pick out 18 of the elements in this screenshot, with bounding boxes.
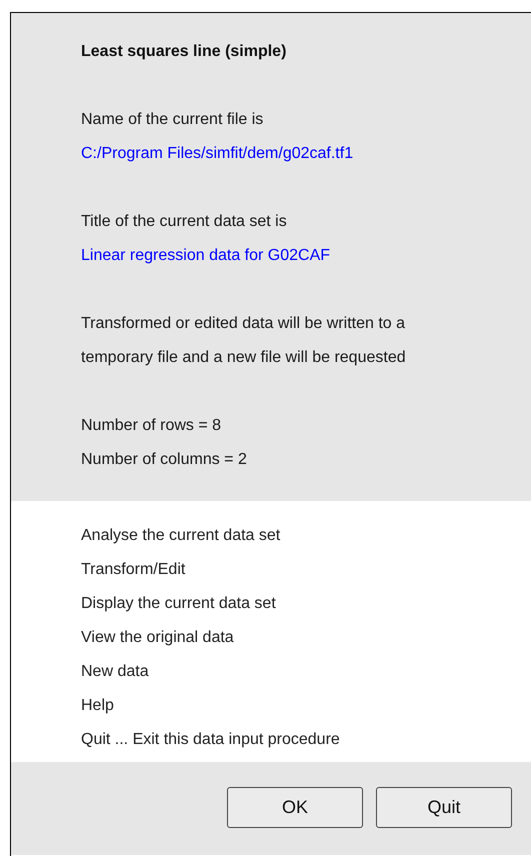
info-label: Number of columns = 2 bbox=[81, 450, 247, 470]
menu-item[interactable]: Quit ... Exit this data input procedure bbox=[81, 723, 340, 757]
menu-item[interactable]: Help bbox=[81, 689, 114, 723]
menu-item[interactable]: View the original data bbox=[81, 621, 234, 655]
info-label: Title of the current data set is bbox=[81, 212, 287, 232]
dialog-title: Least squares line (simple) bbox=[81, 42, 286, 62]
menu-item[interactable]: Transform/Edit bbox=[81, 553, 186, 587]
menu-item[interactable]: Analyse the current data set bbox=[81, 519, 280, 553]
menu-item[interactable]: Display the current data set bbox=[81, 587, 276, 621]
menu-item[interactable]: New data bbox=[81, 655, 149, 689]
info-label: temporary file and a new file will be requested bbox=[81, 348, 406, 368]
info-label: Number of rows = 8 bbox=[81, 416, 222, 436]
info-value: C:/Program Files/simfit/dem/g02caf.tf1 bbox=[81, 144, 354, 164]
dialog-button[interactable]: Quit bbox=[376, 787, 512, 828]
info-label: Transformed or edited data will be written to a bbox=[81, 314, 406, 334]
info-label: Name of the current file is bbox=[81, 110, 264, 130]
info-value: Linear regression data for G02CAF bbox=[81, 246, 330, 266]
dialog-button[interactable]: OK bbox=[227, 787, 363, 828]
